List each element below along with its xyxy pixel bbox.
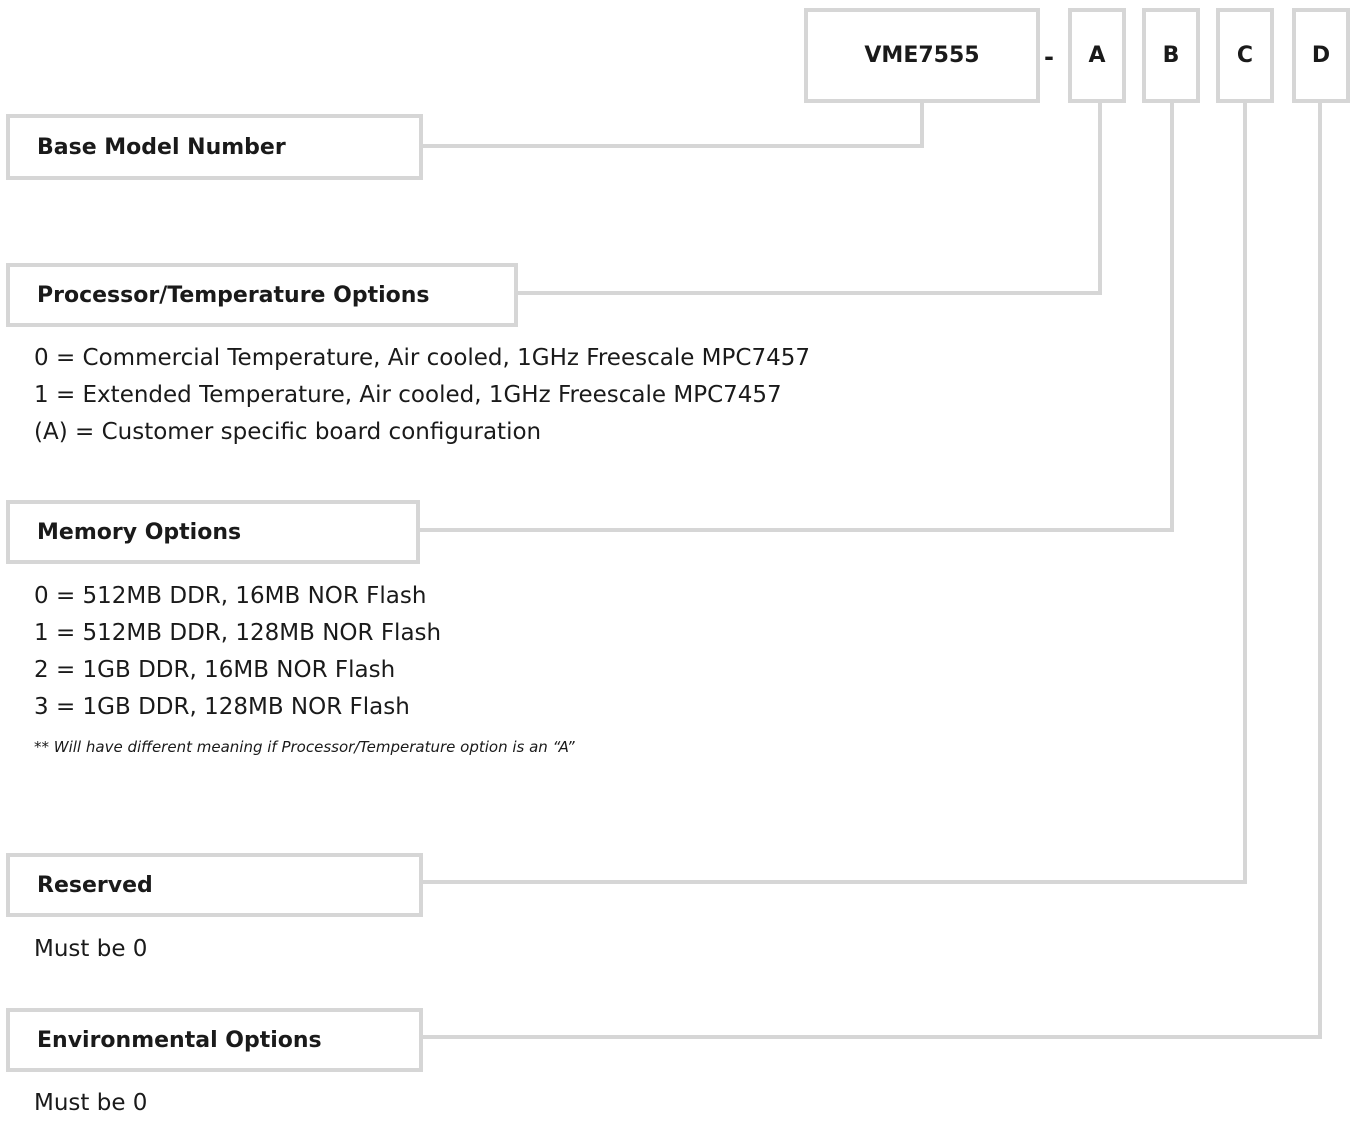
connector-position-c [420, 101, 1247, 884]
processor-option: 1 = Extended Temperature, Air cooled, 1G… [34, 382, 782, 408]
part-number-separator: - [1044, 43, 1054, 71]
memory-option: 3 = 1GB DDR, 128MB NOR Flash [34, 694, 410, 720]
memory-option: 1 = 512MB DDR, 128MB NOR Flash [34, 620, 442, 646]
memory-option: 2 = 1GB DDR, 16MB NOR Flash [34, 657, 396, 683]
memory-options-label: Memory Options [6, 500, 420, 564]
connector-position-a [515, 101, 1102, 295]
processor-option: 0 = Commercial Temperature, Air cooled, … [34, 345, 810, 371]
position-a-code: A [1068, 8, 1126, 103]
memory-options-note: ** Will have different meaning if Proces… [34, 738, 575, 756]
processor-options-label: Processor/Temperature Options [6, 263, 518, 327]
memory-options-list: 0 = 512MB DDR, 16MB NOR Flash 1 = 512MB … [34, 578, 441, 726]
memory-option: 0 = 512MB DDR, 16MB NOR Flash [34, 583, 427, 609]
environmental-options-label: Environmental Options [6, 1008, 423, 1072]
connector-position-d [420, 101, 1322, 1039]
base-model-label: Base Model Number [6, 114, 423, 180]
base-model-code: VME7555 [804, 8, 1040, 103]
reserved-text: Must be 0 [34, 936, 148, 962]
position-d-code: D [1292, 8, 1350, 103]
connector-position-b [418, 101, 1174, 532]
processor-option: (A) = Customer specific board configurat… [34, 419, 542, 445]
processor-options-list: 0 = Commercial Temperature, Air cooled, … [34, 340, 810, 451]
position-c-code: C [1216, 8, 1274, 103]
environmental-text: Must be 0 [34, 1090, 148, 1116]
connector-base-model [420, 101, 924, 148]
reserved-label: Reserved [6, 853, 423, 917]
position-b-code: B [1142, 8, 1200, 103]
